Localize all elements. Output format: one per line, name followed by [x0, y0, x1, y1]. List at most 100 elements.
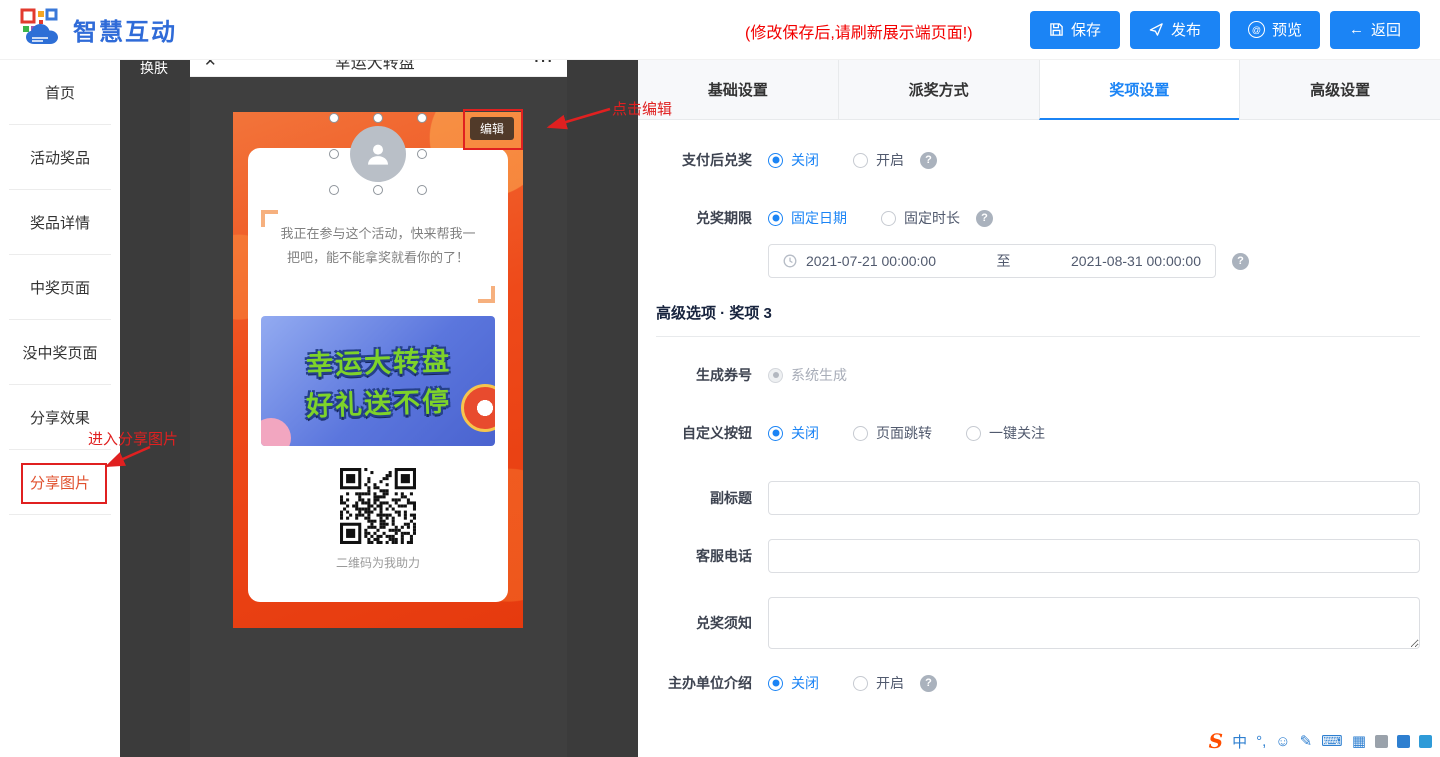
radio-unselected: [966, 426, 981, 441]
header-actions: 保存 发布 @ 预览 ← 返回: [1030, 11, 1420, 49]
quote-mark-right: [478, 286, 495, 303]
refresh-notice: (修改保存后,请刷新展示端页面!): [745, 19, 973, 43]
resize-handle[interactable]: [373, 113, 383, 123]
settings-panel: 基础设置 派奖方式 奖项设置 高级设置 支付后兑奖 关闭 开启 ? 兑奖期限 固…: [638, 60, 1440, 757]
ime-toolbar: S 中 °, ☺ ✎ ⌨ ▦: [1209, 729, 1432, 753]
person-icon: [363, 139, 393, 169]
sidebar-item-win-page[interactable]: 中奖页面: [9, 255, 111, 320]
radio-selected: [768, 153, 783, 168]
radio-unselected: [853, 153, 868, 168]
service-phone-input[interactable]: [768, 539, 1420, 573]
coupon-number-row: 生成券号 系统生成: [656, 365, 1420, 385]
radio-selected: [768, 426, 783, 441]
date-separator: 至: [997, 251, 1011, 271]
phone-header: ✕ 幸运大转盘 ⋯: [190, 60, 567, 77]
publish-button[interactable]: 发布: [1130, 11, 1220, 49]
back-button[interactable]: ← 返回: [1330, 11, 1420, 49]
resize-handle[interactable]: [417, 185, 427, 195]
section-divider: [656, 336, 1420, 337]
ime-toolbox-icon[interactable]: ▦: [1352, 732, 1366, 750]
help-icon[interactable]: ?: [1232, 253, 1249, 270]
brand: 智慧互动: [20, 8, 177, 52]
tab-advanced-settings[interactable]: 高级设置: [1239, 60, 1440, 120]
tab-award-method[interactable]: 派奖方式: [838, 60, 1039, 120]
back-arrow-icon: ←: [1349, 22, 1364, 37]
sidebar-item-prizes[interactable]: 活动奖品: [9, 125, 111, 190]
prize-settings-form: 支付后兑奖 关闭 开启 ? 兑奖期限 固定日期 固定时长 ?: [638, 120, 1440, 693]
fixed-date-radio[interactable]: 固定日期: [768, 208, 847, 228]
share-image-card: 编辑 我正在参与这个活动，快来帮我一把吧，能不能拿奖: [233, 112, 523, 628]
resize-handle[interactable]: [329, 149, 339, 159]
date-range-picker[interactable]: 2021-07-21 00:00:00 至 2021-08-31 00:00:0…: [768, 244, 1216, 278]
sidebar-item-prize-detail[interactable]: 奖品详情: [9, 190, 111, 255]
radio-disabled: [768, 368, 783, 383]
pay-redeem-open-radio[interactable]: 开启: [853, 150, 904, 170]
brand-logo-icon: [20, 8, 64, 52]
custom-button-close-radio[interactable]: 关闭: [768, 423, 819, 443]
radio-unselected: [853, 426, 868, 441]
preview-button[interactable]: @ 预览: [1230, 11, 1320, 49]
service-phone-row: 客服电话: [656, 539, 1420, 573]
ime-extension-icon[interactable]: [1397, 735, 1410, 748]
fixed-duration-radio[interactable]: 固定时长: [881, 208, 960, 228]
organizer-row: 主办单位介绍 关闭 开启 ?: [656, 673, 1420, 693]
one-key-follow-radio[interactable]: 一键关注: [966, 423, 1045, 443]
resize-handle[interactable]: [329, 113, 339, 123]
resize-handle[interactable]: [417, 149, 427, 159]
help-icon[interactable]: ?: [920, 675, 937, 692]
redeem-notice-row: 兑奖须知: [656, 597, 1420, 649]
avatar[interactable]: [350, 126, 406, 182]
advanced-options-section-title: 高级选项 · 奖项 3: [656, 302, 1420, 323]
share-inner-card: 我正在参与这个活动，快来帮我一把吧，能不能拿奖就看你的了！ 幸运大转盘 好礼送不…: [248, 148, 508, 602]
help-icon[interactable]: ?: [920, 152, 937, 169]
redeem-period-row: 兑奖期限 固定日期 固定时长 ?: [656, 208, 1420, 228]
pay-redeem-close-radio[interactable]: 关闭: [768, 150, 819, 170]
date-range-row: 2021-07-21 00:00:00 至 2021-08-31 00:00:0…: [656, 244, 1420, 278]
save-button[interactable]: 保存: [1030, 11, 1120, 49]
tab-prize-settings[interactable]: 奖项设置: [1039, 60, 1240, 120]
save-icon: [1049, 22, 1064, 37]
redeem-notice-textarea[interactable]: [768, 597, 1420, 649]
qr-caption: 二维码为我助力: [248, 554, 508, 571]
share-invite-text: 我正在参与这个活动，快来帮我一把吧，能不能拿奖就看你的了！: [276, 222, 480, 270]
resize-handle[interactable]: [373, 185, 383, 195]
more-menu-icon[interactable]: ⋯: [533, 60, 553, 73]
banner-title-line2: 好礼送不停: [305, 379, 451, 423]
ime-extension-icon[interactable]: [1419, 735, 1432, 748]
ime-punctuation-toggle[interactable]: °,: [1256, 733, 1266, 750]
subtitle-input[interactable]: [768, 481, 1420, 515]
change-skin-button[interactable]: 换肤: [140, 60, 168, 78]
ime-extension-icon[interactable]: [1375, 735, 1388, 748]
ime-emoji-icon[interactable]: ☺: [1275, 733, 1290, 750]
page-jump-radio[interactable]: 页面跳转: [853, 423, 932, 443]
subtitle-row: 副标题: [656, 481, 1420, 515]
custom-button-row: 自定义按钮 关闭 页面跳转 一键关注: [656, 423, 1420, 443]
sidebar-item-home[interactable]: 首页: [9, 60, 111, 125]
ime-handwrite-icon[interactable]: ✎: [1300, 732, 1313, 750]
radio-selected: [768, 676, 783, 691]
date-start-value: 2021-07-21 00:00:00: [806, 253, 936, 269]
pay-redeem-row: 支付后兑奖 关闭 开启 ?: [656, 150, 1420, 170]
close-icon[interactable]: ✕: [204, 60, 217, 70]
ime-keyboard-icon[interactable]: ⌨: [1321, 732, 1343, 750]
sidebar-item-no-win-page[interactable]: 没中奖页面: [9, 320, 111, 385]
avatar-selection: [334, 118, 422, 190]
organizer-close-radio[interactable]: 关闭: [768, 673, 819, 693]
qr-code: [340, 468, 416, 544]
resize-handle[interactable]: [417, 113, 427, 123]
help-icon[interactable]: ?: [976, 210, 993, 227]
click-edit-annotation: 点击编辑: [612, 98, 672, 119]
edit-button[interactable]: 编辑: [470, 117, 514, 140]
banner-title-line1: 幸运大转盘: [305, 338, 451, 382]
sidebar-item-share-image[interactable]: 分享图片: [9, 450, 111, 515]
ime-lang-toggle[interactable]: 中: [1232, 731, 1247, 752]
phone-mockup: ✕ 幸运大转盘 ⋯ 编辑: [190, 60, 567, 757]
organizer-open-radio[interactable]: 开启: [853, 673, 904, 693]
brand-title: 智慧互动: [73, 12, 177, 47]
clock-icon: [783, 254, 797, 268]
paper-plane-icon: [1149, 22, 1164, 37]
sidebar: 首页 活动奖品 奖品详情 中奖页面 没中奖页面 分享效果 分享图片: [0, 60, 120, 757]
ime-logo-icon[interactable]: S: [1209, 729, 1223, 753]
resize-handle[interactable]: [329, 185, 339, 195]
app-header: 智慧互动 (修改保存后,请刷新展示端页面!) 保存 发布 @ 预览 ← 返回: [0, 0, 1440, 60]
